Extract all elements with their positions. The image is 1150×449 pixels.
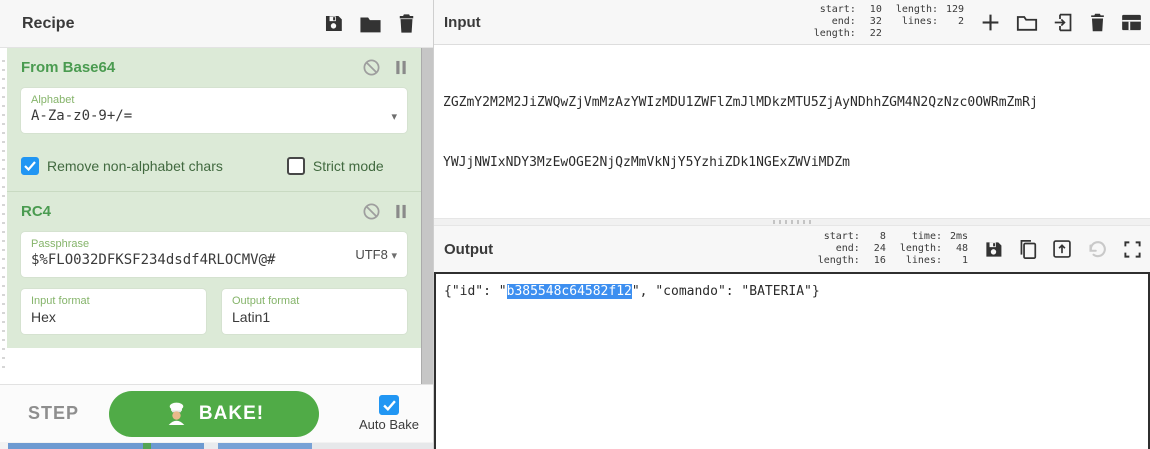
output-line: {"id": "b385548c64582f12", "comando": "B… xyxy=(444,282,1142,302)
disable-operation-icon[interactable] xyxy=(362,58,381,77)
io-pane: Input start: 10 end: 32 length: 22 length: 1… xyxy=(433,0,1150,449)
output-text-before: {"id": " xyxy=(444,284,507,299)
recipe-pane: Recipe From Base64 Alphabet A-Za-z0-9+/=… xyxy=(0,0,433,449)
io-split-handle[interactable] xyxy=(434,218,1150,226)
copy-output-icon[interactable] xyxy=(1018,239,1037,260)
auto-bake-checkbox[interactable] xyxy=(379,395,399,415)
input-settings-icon[interactable] xyxy=(1121,14,1142,31)
output-header: Output start: 8 end: 24 length: 16 time: 2ms… xyxy=(434,226,1150,272)
pane-split-grip[interactable] xyxy=(2,60,5,374)
operation-rc4[interactable]: RC4 Passphrase $%FLO032DFKSF234dsdf4RLOC… xyxy=(7,191,421,348)
breakpoint-pause-icon[interactable] xyxy=(395,60,407,75)
remove-non-alphabet-label: Remove non-alphabet chars xyxy=(47,158,223,174)
input-textarea[interactable]: ZGZmY2M2M2JiZWQwZjVmMzAzYWIzMDU1ZWFlZmJl… xyxy=(434,45,1150,218)
output-title: Output xyxy=(444,240,494,258)
recipe-header: Recipe xyxy=(0,0,433,48)
check-icon xyxy=(24,161,36,171)
replace-input-icon[interactable] xyxy=(1052,239,1072,259)
check-icon xyxy=(382,399,396,411)
chevron-down-icon[interactable]: ▾ xyxy=(391,110,397,123)
output-format-label: Output format xyxy=(232,295,300,307)
recipe-scrollbar[interactable] xyxy=(421,48,433,384)
input-title: Input xyxy=(444,13,481,31)
save-recipe-icon[interactable] xyxy=(324,14,343,33)
auto-bake-label: Auto Bake xyxy=(359,417,419,432)
bake-button[interactable]: BAKE! xyxy=(109,390,320,437)
alphabet-field[interactable]: Alphabet A-Za-z0-9+/= ▾ xyxy=(21,88,407,133)
bake-bar: STEP BAKE! Auto Bake xyxy=(0,384,433,442)
maximise-output-icon[interactable] xyxy=(1123,240,1142,259)
recipe-list: From Base64 Alphabet A-Za-z0-9+/= ▾ Remo… xyxy=(7,48,421,384)
output-format-value[interactable]: Latin1 xyxy=(232,308,397,327)
step-button[interactable]: STEP xyxy=(28,403,79,424)
clear-recipe-trash-icon[interactable] xyxy=(398,14,415,33)
undo-icon[interactable] xyxy=(1087,240,1108,258)
breakpoint-pause-icon[interactable] xyxy=(395,204,407,219)
cyberchef-app: Recipe From Base64 Alphabet A-Za-z0-9+/=… xyxy=(0,0,1150,449)
input-format-value[interactable]: Hex xyxy=(31,308,196,327)
operation-title: From Base64 xyxy=(21,58,116,76)
passphrase-label: Passphrase xyxy=(31,238,90,250)
output-format-field[interactable]: Output format Latin1 xyxy=(222,289,407,334)
input-line: ZGZmY2M2M2JiZWQwZjVmMzAzYWIzMDU1ZWFlZmJl… xyxy=(443,95,1038,110)
auto-bake-control: Auto Bake xyxy=(359,395,419,432)
output-selected-text: b385548c64582f12 xyxy=(506,284,632,299)
output-textarea[interactable]: {"id": "b385548c64582f12", "comando": "B… xyxy=(434,272,1150,449)
strict-mode-checkbox[interactable] xyxy=(286,157,305,175)
alphabet-label: Alphabet xyxy=(31,94,75,106)
input-format-label: Input format xyxy=(31,295,90,307)
input-format-field[interactable]: Input format Hex xyxy=(21,289,206,334)
passphrase-type-dropdown[interactable]: UTF8 ▾ xyxy=(355,247,397,262)
drag-grip-icon xyxy=(773,220,811,224)
input-header: Input start: 10 end: 32 length: 22 length: 1… xyxy=(434,0,1150,45)
output-text-after: ", "comando": "BATERIA"} xyxy=(631,284,820,299)
open-file-icon[interactable] xyxy=(1053,12,1074,33)
input-stats: start: 10 end: 32 length: 22 length: 129 lin… xyxy=(813,4,964,39)
bake-button-label: BAKE! xyxy=(198,402,265,424)
background-window-sliver xyxy=(0,442,433,449)
output-stats: start: 8 end: 24 length: 16 time: 2ms length… xyxy=(817,231,968,266)
clear-input-trash-icon[interactable] xyxy=(1089,13,1106,32)
save-output-icon[interactable] xyxy=(984,240,1003,259)
operation-from-base64[interactable]: From Base64 Alphabet A-Za-z0-9+/= ▾ Remo… xyxy=(7,48,421,191)
chef-hat-icon xyxy=(168,402,185,425)
open-folder-icon[interactable] xyxy=(1016,13,1038,32)
input-line: YWJjNWIxNDY3MzEwOGE2NjQzMmVkNjY5YzhiZDk1… xyxy=(443,155,850,170)
passphrase-value[interactable]: $%FLO032DFKSF234dsdf4RLOCMV@# xyxy=(31,251,355,270)
load-recipe-folder-icon[interactable] xyxy=(360,15,381,33)
alphabet-value[interactable]: A-Za-z0-9+/= xyxy=(31,107,391,126)
operation-title: RC4 xyxy=(21,202,52,220)
strict-mode-label: Strict mode xyxy=(312,158,384,174)
chevron-down-icon: ▾ xyxy=(391,249,397,262)
passphrase-field[interactable]: Passphrase $%FLO032DFKSF234dsdf4RLOCMV@#… xyxy=(21,232,407,277)
recipe-title: Recipe xyxy=(22,14,75,32)
disable-operation-icon[interactable] xyxy=(362,202,381,221)
add-tab-icon[interactable] xyxy=(980,12,1001,33)
remove-non-alphabet-checkbox[interactable] xyxy=(21,157,39,175)
